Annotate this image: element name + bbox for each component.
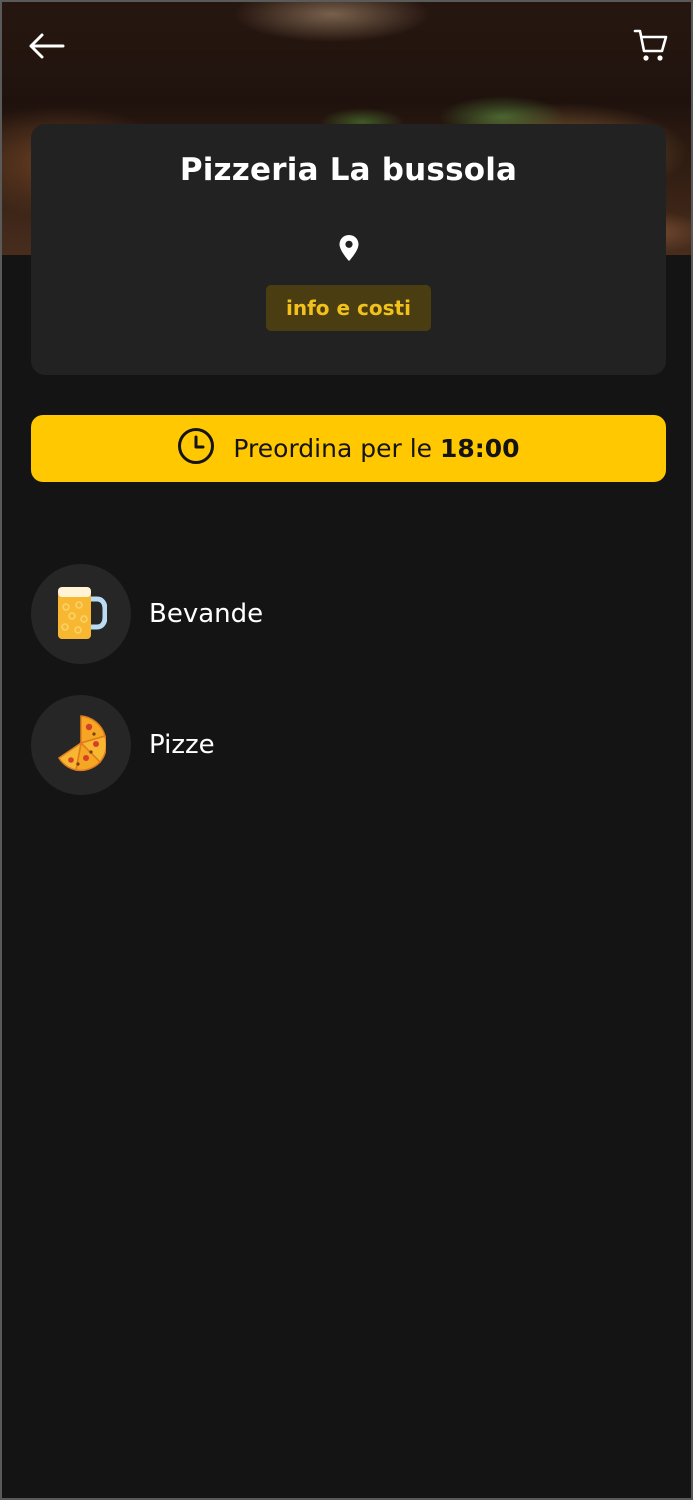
- map-pin-icon[interactable]: [338, 234, 360, 262]
- category-label: Bevande: [149, 599, 264, 629]
- clock-icon: [177, 427, 215, 470]
- app-screen: Pizzeria La bussola info e costi Preordi…: [0, 0, 693, 1500]
- category-label: Pizze: [149, 730, 215, 760]
- info-costs-button[interactable]: info e costi: [266, 285, 431, 331]
- restaurant-name: Pizzeria La bussola: [179, 152, 518, 188]
- category-item-pizze[interactable]: Pizze: [31, 695, 666, 795]
- category-icon-container: [31, 695, 131, 795]
- cart-button[interactable]: [631, 26, 671, 68]
- preorder-label-prefix: Preordina per le: [233, 434, 433, 463]
- cart-icon: [633, 27, 669, 68]
- preorder-button[interactable]: Preordina per le 18:00: [31, 415, 666, 482]
- preorder-label: Preordina per le 18:00: [233, 434, 519, 463]
- category-icon-container: [31, 564, 131, 664]
- back-button[interactable]: [24, 28, 68, 68]
- pizza-slices-icon: [56, 714, 108, 777]
- restaurant-info-card: Pizzeria La bussola info e costi: [31, 124, 666, 375]
- category-item-bevande[interactable]: Bevande: [31, 564, 666, 664]
- arrow-left-icon: [27, 32, 65, 65]
- preorder-time: 18:00: [439, 434, 520, 463]
- beer-mug-icon: [55, 583, 108, 646]
